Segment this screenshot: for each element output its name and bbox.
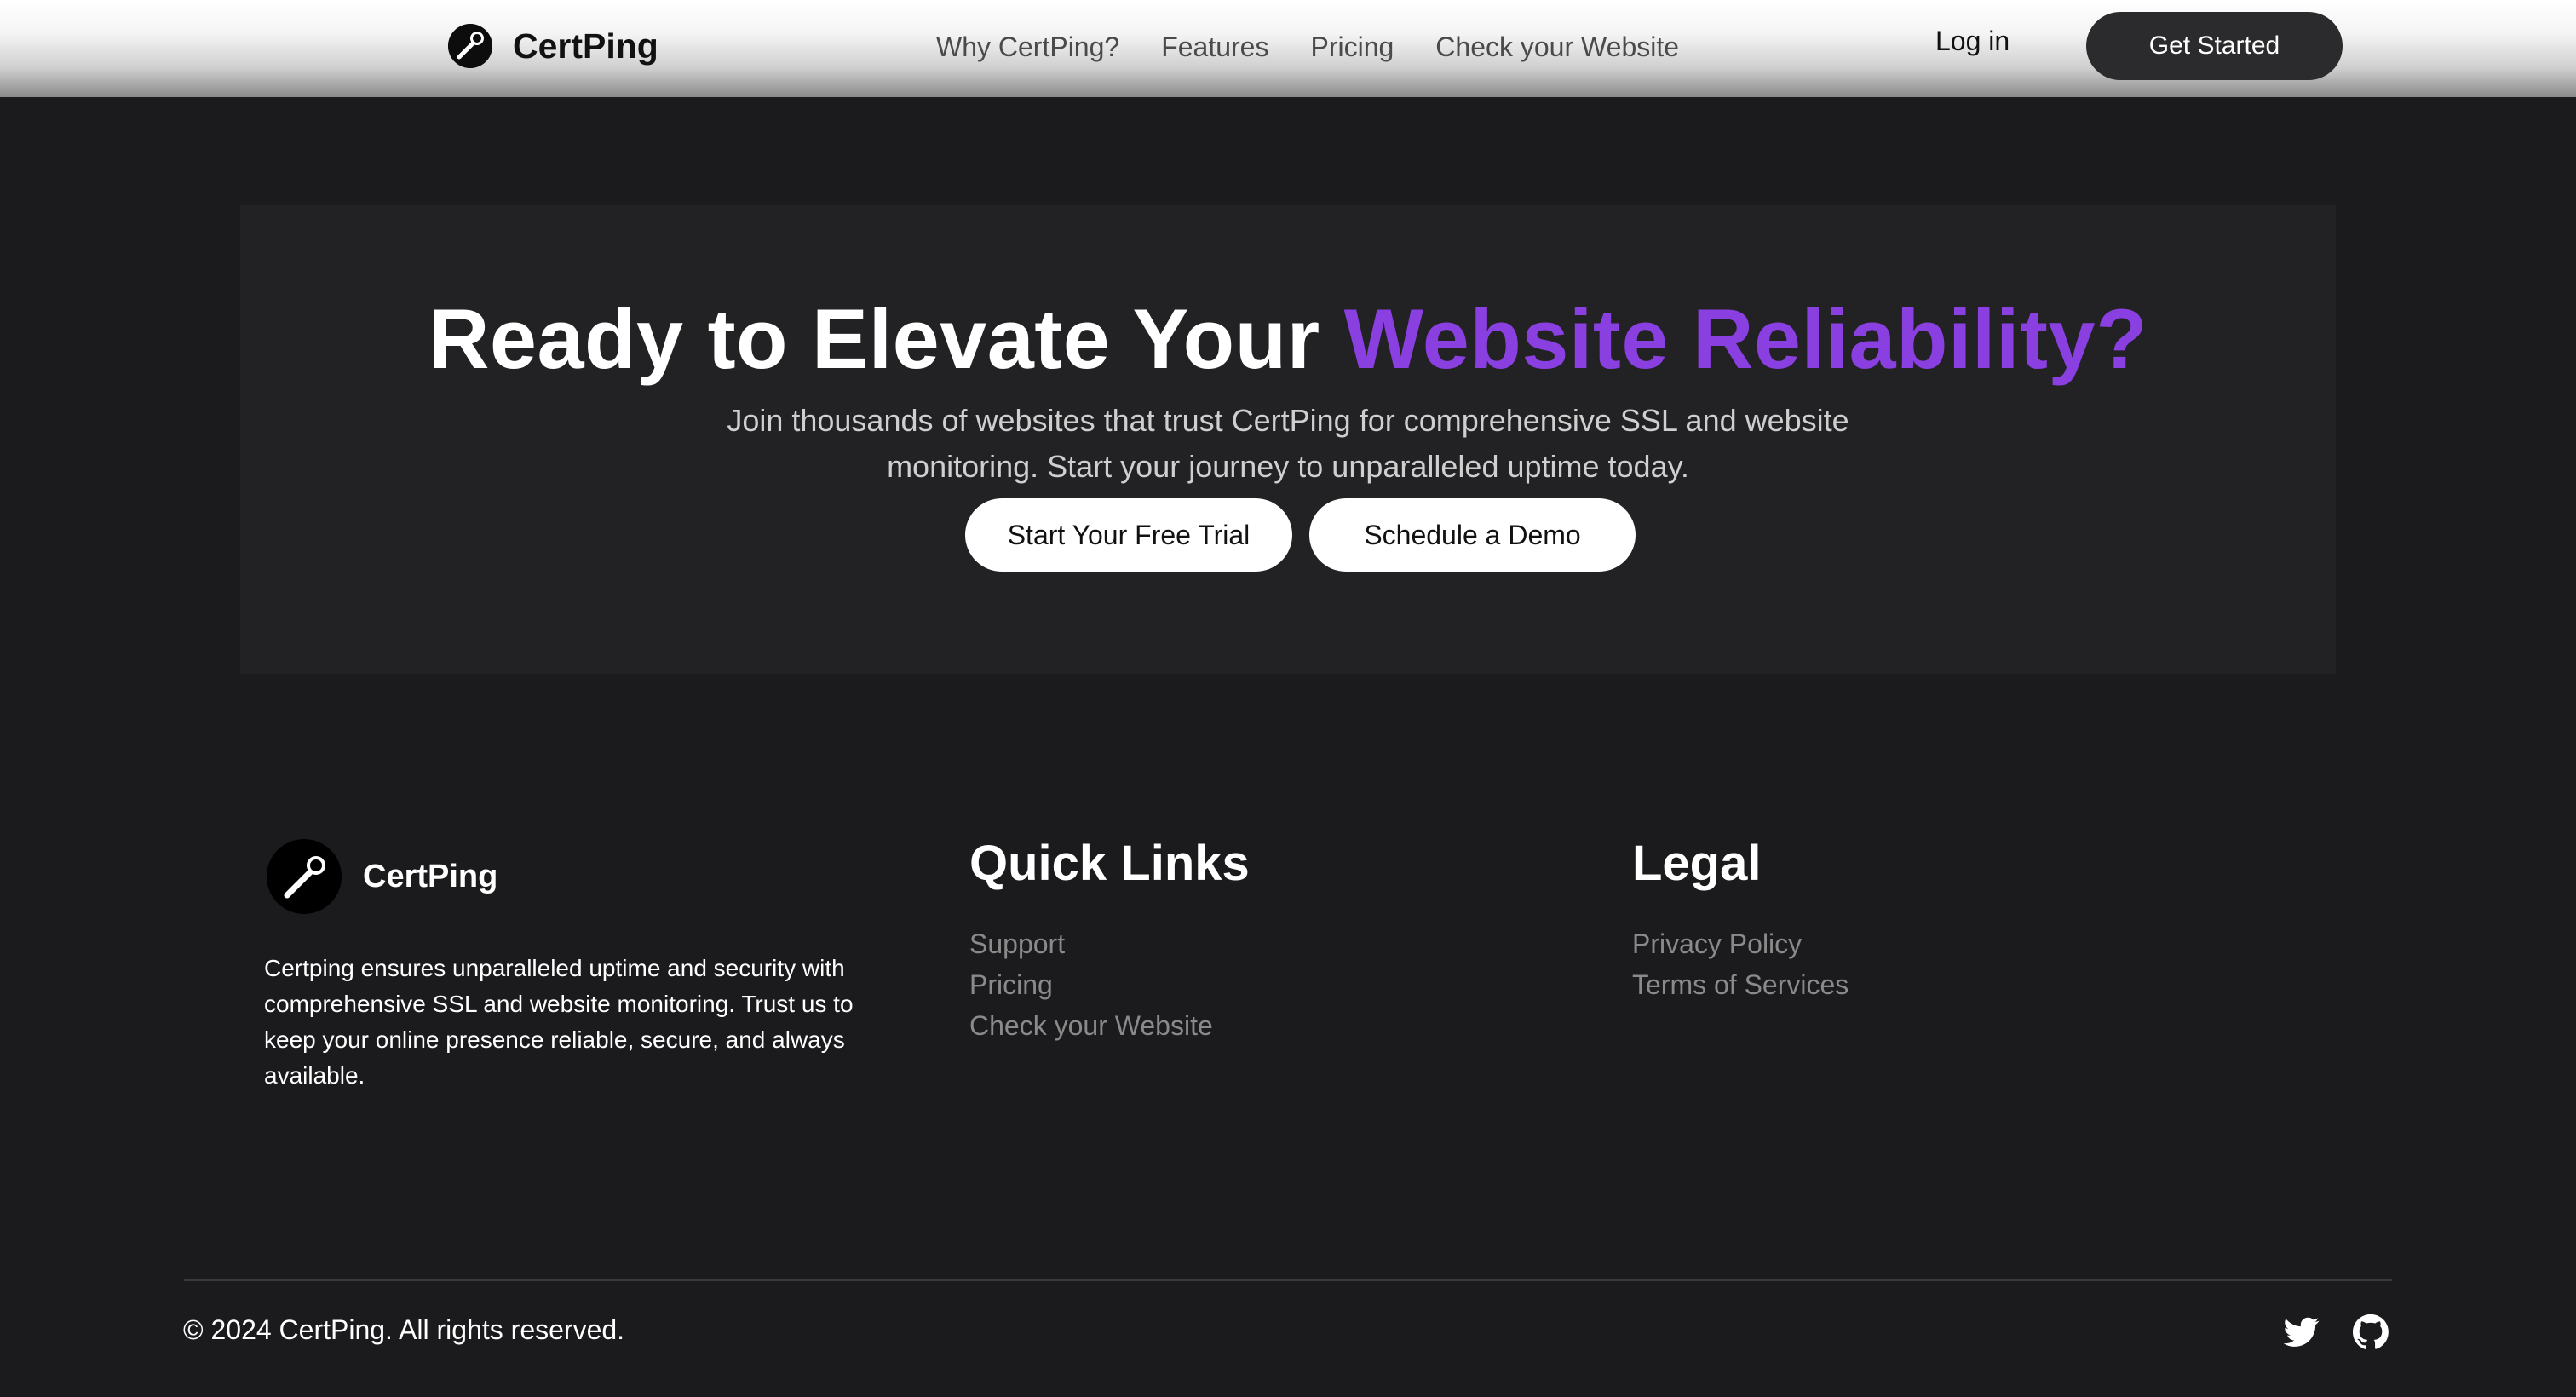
cta-hero-card: Ready to Elevate Your Website Reliabilit… xyxy=(240,205,2336,674)
nav-pricing[interactable]: Pricing xyxy=(1310,32,1394,63)
legal-links-list: Privacy Policy Terms of Services xyxy=(1632,923,1849,1005)
footer-link-terms[interactable]: Terms of Services xyxy=(1632,964,1849,1005)
footer-link-support[interactable]: Support xyxy=(969,923,1213,964)
footer-brand-name: CertPing xyxy=(363,858,498,894)
main-nav: Why CertPing? Features Pricing Check you… xyxy=(936,26,1721,68)
hero-title-accent: Website Reliability? xyxy=(1343,291,2148,386)
brand-home-link[interactable]: CertPing xyxy=(448,23,658,69)
twitter-icon[interactable] xyxy=(2283,1314,2320,1349)
copyright-text: © 2024 CertPing. All rights reserved. xyxy=(183,1314,625,1345)
hero-title-main: Ready to Elevate Your xyxy=(428,291,1344,386)
schedule-demo-button[interactable]: Schedule a Demo xyxy=(1309,498,1636,572)
nav-features[interactable]: Features xyxy=(1161,32,1268,63)
login-link[interactable]: Log in xyxy=(1935,26,2010,57)
legal-heading: Legal xyxy=(1632,836,1762,891)
footer-link-check-website[interactable]: Check your Website xyxy=(969,1005,1213,1046)
footer-divider xyxy=(184,1279,2392,1281)
nav-check-website[interactable]: Check your Website xyxy=(1435,32,1679,63)
footer-link-privacy-policy[interactable]: Privacy Policy xyxy=(1632,923,1849,964)
github-icon[interactable] xyxy=(2353,1314,2389,1349)
certping-logo-icon xyxy=(448,24,492,68)
hero-subtitle: Join thousands of websites that trust Ce… xyxy=(727,403,1849,484)
quick-links-list: Support Pricing Check your Website xyxy=(969,923,1213,1046)
top-navbar: CertPing Why CertPing? Features Pricing … xyxy=(0,0,2576,97)
certping-logo-icon xyxy=(267,839,342,914)
brand-name: CertPing xyxy=(513,26,658,66)
hero-title: Ready to Elevate Your Website Reliabilit… xyxy=(240,290,2336,388)
get-started-button[interactable]: Get Started xyxy=(2086,12,2343,80)
quick-links-heading: Quick Links xyxy=(969,836,1250,891)
footer-link-pricing[interactable]: Pricing xyxy=(969,964,1213,1005)
start-free-trial-button[interactable]: Start Your Free Trial xyxy=(965,498,1292,572)
nav-why-certping[interactable]: Why CertPing? xyxy=(936,32,1119,63)
footer-about-text: Certping ensures unparalleled uptime and… xyxy=(264,955,854,1089)
footer-brand: CertPing xyxy=(267,839,497,914)
